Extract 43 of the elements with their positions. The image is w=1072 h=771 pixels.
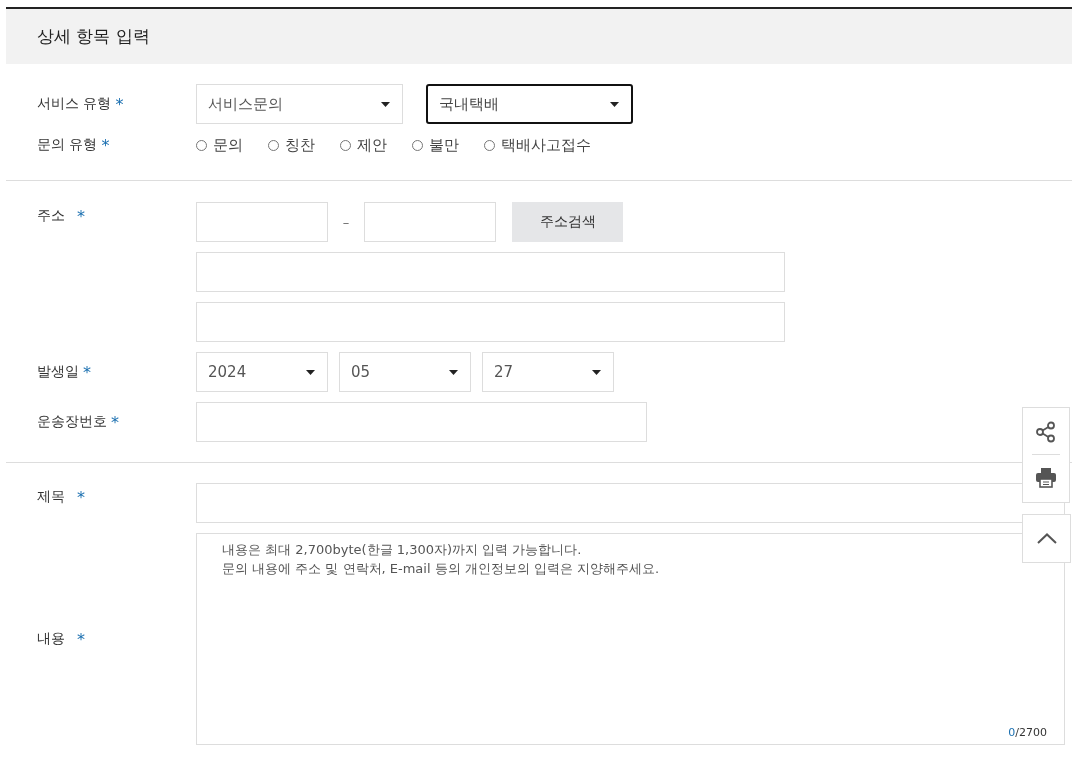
radio-option[interactable]: 문의 xyxy=(196,135,243,155)
radio-option[interactable]: 칭찬 xyxy=(268,135,315,155)
radio-option[interactable]: 택배사고접수 xyxy=(484,135,591,155)
required-mark: * xyxy=(77,488,85,507)
caret-icon xyxy=(610,101,619,107)
required-mark: * xyxy=(77,629,85,649)
share-icon[interactable] xyxy=(1035,421,1057,443)
dropdown[interactable]: 서비스문의 xyxy=(196,84,403,124)
required-mark: * xyxy=(115,94,124,114)
required-mark: * xyxy=(77,207,85,226)
postcode-field[interactable] xyxy=(196,202,328,242)
required-mark: * xyxy=(83,362,91,382)
address-field[interactable] xyxy=(196,252,785,292)
radio-option[interactable]: 불만 xyxy=(412,135,459,155)
dash-separator: – xyxy=(341,214,351,230)
address-field[interactable] xyxy=(196,302,785,342)
caret-icon xyxy=(381,101,390,107)
dropdown[interactable]: 27 xyxy=(482,352,614,392)
scroll-top-button[interactable] xyxy=(1022,514,1071,563)
field-label: 문의 유형 xyxy=(37,136,98,154)
caret-icon xyxy=(592,369,601,375)
title-field[interactable] xyxy=(196,483,1065,523)
dropdown[interactable]: 2024 xyxy=(196,352,328,392)
dropdown[interactable]: 국내택배 xyxy=(426,84,633,124)
caret-icon xyxy=(449,369,458,375)
section-title: 상세 항목 입력 xyxy=(37,25,150,48)
field-label: 발생일 xyxy=(37,363,79,381)
field-label: 주소 xyxy=(37,207,65,225)
field-label: 내용 xyxy=(37,630,65,648)
required-mark: * xyxy=(111,412,119,432)
character-counter: 0/2700 xyxy=(1008,726,1047,739)
field-label: 제목 xyxy=(37,488,65,506)
tracking-number-field[interactable] xyxy=(196,402,647,442)
postcode-field[interactable] xyxy=(364,202,496,242)
radio-option[interactable]: 제안 xyxy=(340,135,387,155)
required-mark: * xyxy=(101,135,110,155)
field-label: 운송장번호 xyxy=(37,413,107,431)
field-label: 서비스 유형 xyxy=(37,95,112,113)
address-search-button[interactable]: 주소검색 xyxy=(512,202,623,242)
dropdown[interactable]: 05 xyxy=(339,352,471,392)
caret-icon xyxy=(306,369,315,375)
chevron-up-icon xyxy=(1036,533,1057,544)
print-icon[interactable] xyxy=(1035,466,1057,488)
